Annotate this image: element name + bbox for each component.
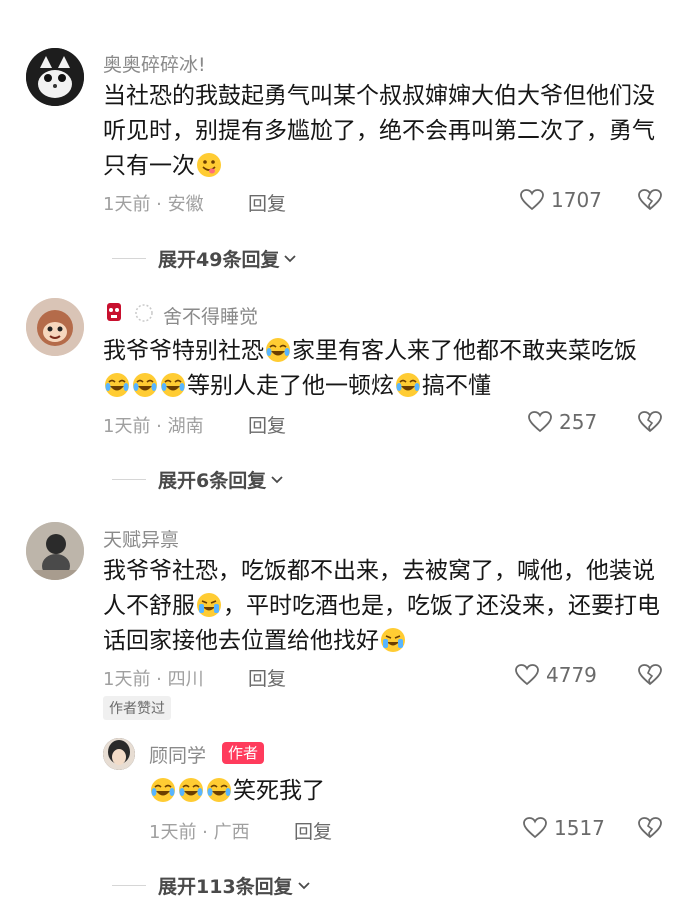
tears-of-joy-emoji <box>104 372 130 398</box>
mask-badge-icon <box>103 301 125 329</box>
photo-avatar-icon <box>26 522 84 580</box>
tears-of-joy-emoji <box>206 777 232 803</box>
like-count: 1707 <box>551 188 602 212</box>
heart-outline-icon <box>520 189 544 210</box>
broken-heart-icon <box>638 411 662 432</box>
divider <box>112 885 146 886</box>
reply-button[interactable]: 回复 <box>248 189 286 216</box>
tongue-smile-emoji <box>196 152 222 178</box>
like-count: 257 <box>559 410 598 434</box>
username[interactable]: 舍不得睡觉 <box>163 302 258 329</box>
divider <box>112 258 146 259</box>
crying-laugh-emoji <box>196 592 222 618</box>
chevron-down-icon <box>284 254 297 262</box>
tears-of-joy-emoji <box>160 372 186 398</box>
reply-button[interactable]: 回复 <box>248 411 286 438</box>
author-liked-badge: 作者赞过 <box>103 696 171 720</box>
avatar[interactable] <box>103 738 135 770</box>
username[interactable]: 顾同学 <box>149 741 206 768</box>
chevron-down-icon <box>271 475 284 483</box>
comment-meta: 1天前 · 四川 <box>103 669 204 690</box>
author-badge: 作者 <box>222 742 265 764</box>
tears-of-joy-emoji <box>178 777 204 803</box>
heart-outline-icon <box>523 817 547 838</box>
expand-replies-button[interactable]: 展开6条回复 <box>112 466 284 493</box>
reply-meta: 1天前 · 广西 <box>149 822 250 843</box>
heart-outline-icon <box>528 411 552 432</box>
cartoon-avatar-icon <box>26 298 84 356</box>
broken-heart-icon <box>638 189 662 210</box>
tears-of-joy-emoji <box>132 372 158 398</box>
tears-of-joy-emoji <box>265 337 291 363</box>
like-button[interactable]: 1517 <box>522 815 605 841</box>
like-button[interactable]: 257 <box>527 409 597 435</box>
chevron-down-icon <box>297 881 310 889</box>
crying-laugh-emoji <box>380 627 406 653</box>
expand-replies-button[interactable]: 展开49条回复 <box>112 245 297 272</box>
dislike-button[interactable] <box>637 662 663 692</box>
reply-button[interactable]: 回复 <box>294 817 332 844</box>
dislike-button[interactable] <box>637 409 663 439</box>
expand-replies-button[interactable]: 展开113条回复 <box>112 872 311 899</box>
comment-text: 当社恐的我鼓起勇气叫某个叔叔婶婶大伯大爷但他们没听见时，别提有多尴尬了，绝不会再… <box>103 83 655 179</box>
like-count: 4779 <box>546 663 597 687</box>
dislike-button[interactable] <box>637 815 663 845</box>
broken-heart-icon <box>638 664 662 685</box>
heart-outline-icon <box>515 664 539 685</box>
tears-of-joy-emoji <box>150 777 176 803</box>
username[interactable]: 天赋异禀 <box>103 525 179 552</box>
tears-of-joy-emoji <box>395 372 421 398</box>
comment-meta: 1天前 · 湖南 <box>103 416 204 437</box>
author-avatar-icon <box>103 738 135 770</box>
comment-meta: 1天前 · 安徽 <box>103 194 204 215</box>
like-button[interactable]: 4779 <box>514 662 597 688</box>
reply-button[interactable]: 回复 <box>248 664 286 691</box>
dislike-button[interactable] <box>637 187 663 217</box>
avatar[interactable] <box>26 522 84 580</box>
avatar[interactable] <box>26 48 84 106</box>
sparkle-badge-icon <box>132 302 156 328</box>
divider <box>112 479 146 480</box>
broken-heart-icon <box>638 817 662 838</box>
cat-avatar-icon <box>26 48 84 106</box>
like-button[interactable]: 1707 <box>519 187 602 213</box>
like-count: 1517 <box>554 816 605 840</box>
comment-text: 我爷爷社恐，吃饭都不出来，去被窝了，喊他，他装说人不舒服 ，平时吃酒也是，吃饭了还… <box>103 558 660 654</box>
comment-text: 我爷爷特别社恐 家里有客人来了他都不敢夹菜吃饭等别人走了他一顿炫 搞不懂 <box>103 337 637 399</box>
username[interactable]: 奥奥碎碎冰! <box>103 50 206 77</box>
avatar[interactable] <box>26 298 84 356</box>
reply-text: 笑死我了 <box>149 774 649 809</box>
